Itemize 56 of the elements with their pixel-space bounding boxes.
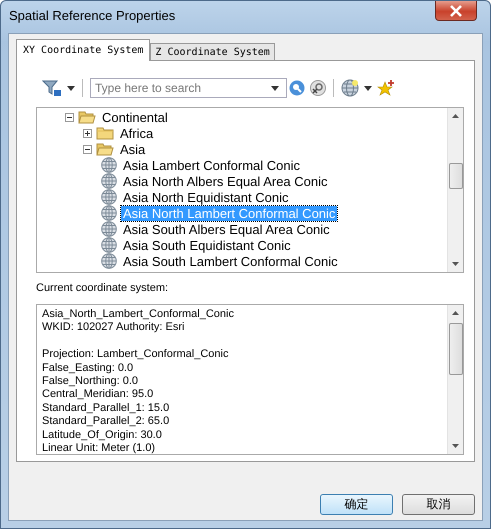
text-line: Latitude_Of_Origin: 30.0 (42, 428, 163, 442)
text-line: Linear Unit: Meter (1.0) (42, 442, 156, 454)
text-line: Standard_Parallel_1: 15.0 (42, 402, 170, 416)
open-folder-icon (96, 142, 114, 156)
scroll-up-icon[interactable] (452, 311, 459, 315)
scroll-up-icon[interactable] (452, 114, 459, 118)
ok-button[interactable]: 确定 (320, 494, 393, 515)
tree-item[interactable]: Asia North Equidistant Conic (121, 190, 290, 204)
text-line: WKID: 102027 Authority: Esri (42, 321, 186, 335)
text-line: Projection: Lambert_Conformal_Conic (42, 348, 230, 362)
open-folder-icon (78, 110, 96, 124)
text-line: Standard_Parallel_2: 65.0 (42, 415, 170, 429)
collapse-icon[interactable] (65, 112, 74, 122)
window-title: Spatial Reference Properties (9, 8, 176, 23)
tree-item[interactable]: Asia South Albers Equal Area Conic (121, 222, 332, 236)
globe-icon (101, 157, 117, 173)
close-icon (449, 4, 463, 16)
text-line: False_Easting: 0.0 (42, 362, 134, 375)
tree-item[interactable]: Asia (118, 142, 148, 156)
text-line: False_Northing: 0.0 (42, 374, 139, 388)
scroll-down-icon[interactable] (452, 444, 459, 448)
tree-item[interactable]: Africa (118, 126, 156, 140)
globe-icon (101, 205, 117, 221)
text-line: Asia_North_Lambert_Conformal_Conic (42, 308, 235, 322)
tab[interactable]: XY Coordinate System (16, 39, 150, 61)
cancel-button[interactable]: 取消 (402, 494, 475, 515)
globe-icon[interactable] (341, 79, 359, 97)
expand-icon[interactable] (83, 128, 92, 138)
filter-icon[interactable] (42, 79, 62, 97)
globe-icon (101, 253, 117, 269)
globe-icon (101, 189, 117, 205)
globe-icon (101, 173, 117, 189)
scroll-down-icon[interactable] (452, 262, 459, 266)
search-field[interactable]: Type here to search (90, 78, 287, 98)
globe-icon (101, 221, 117, 237)
caret-icon[interactable] (67, 86, 75, 90)
caret-icon[interactable] (364, 86, 372, 90)
star-icon[interactable] (377, 79, 395, 97)
tab[interactable]: Z Coordinate System (150, 43, 275, 60)
scrollbar[interactable] (447, 108, 463, 272)
scroll-thumb[interactable] (448, 323, 462, 375)
section-label: Current coordinate system: (36, 282, 170, 296)
globe-icon (101, 237, 117, 253)
close-button[interactable] (435, 1, 477, 21)
scrollbar[interactable] (447, 305, 463, 454)
text-line: Central_Meridian: 95.0 (42, 388, 154, 402)
tree-item[interactable]: Asia North Albers Equal Area Conic (121, 174, 330, 188)
collapse-icon[interactable] (83, 144, 92, 154)
caret-icon[interactable] (271, 86, 279, 90)
scroll-thumb[interactable] (448, 163, 462, 189)
tree-item[interactable]: Asia South Equidistant Conic (121, 238, 293, 252)
tree-item[interactable]: Continental (100, 110, 170, 124)
folder-icon (96, 126, 114, 140)
search-icon[interactable] (289, 80, 305, 96)
tree-item[interactable]: Asia South Lambert Conformal Conic (121, 254, 340, 268)
tree-item[interactable]: Asia Lambert Conformal Conic (121, 158, 302, 172)
